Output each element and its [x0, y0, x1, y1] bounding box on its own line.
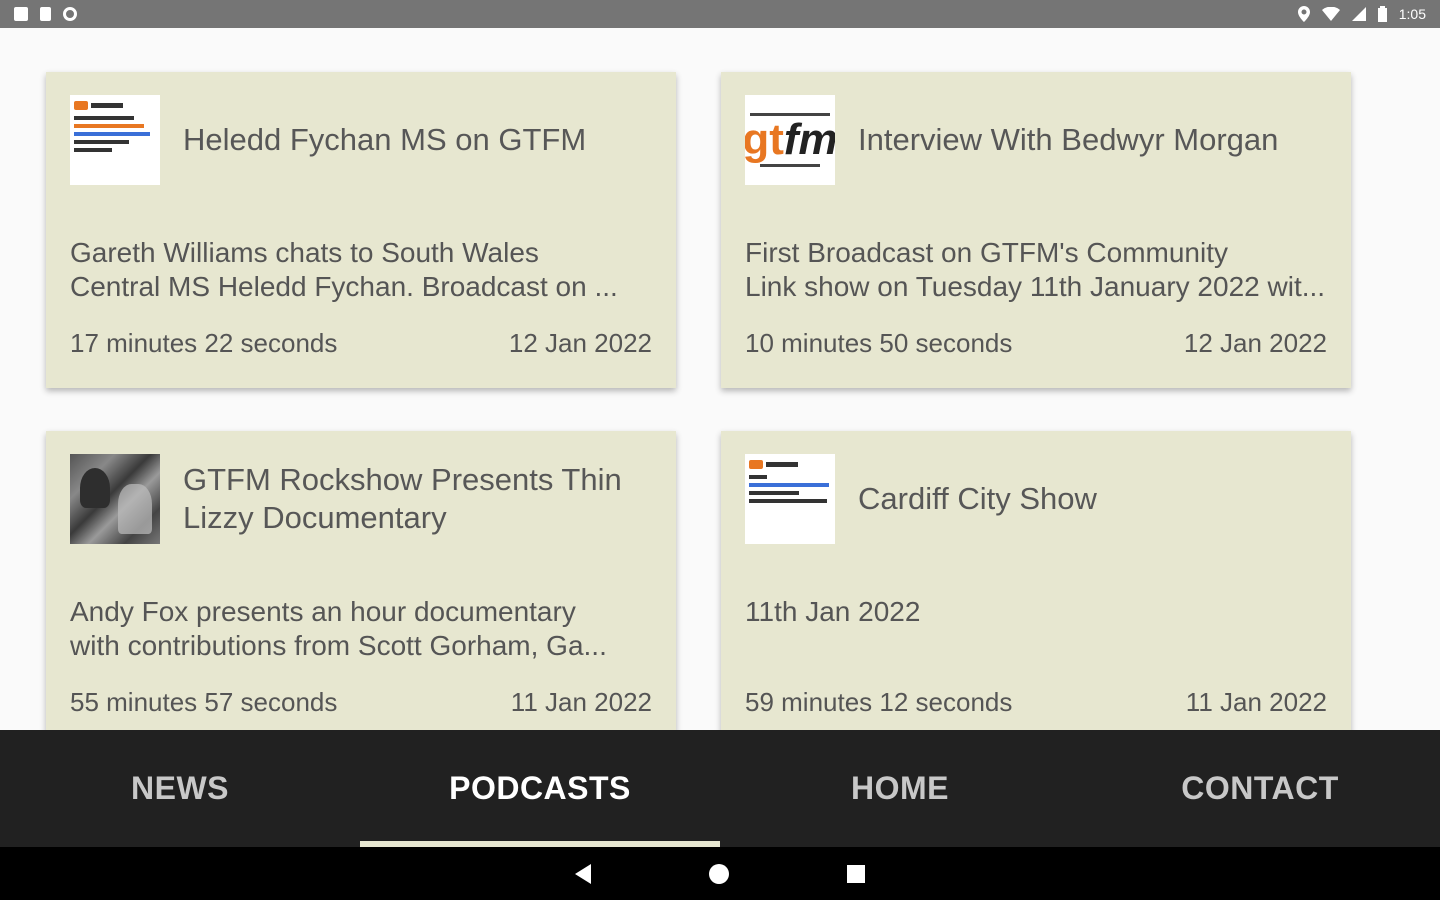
- podcast-description-line2: Central MS Heledd Fychan. Broadcast on .…: [70, 271, 618, 302]
- wifi-icon: [1321, 7, 1340, 21]
- podcast-date: 12 Jan 2022: [508, 328, 652, 358]
- podcast-card[interactable]: GTFM Rockshow Presents Thin Lizzy Docume…: [46, 431, 676, 730]
- tab-label: PODCASTS: [449, 770, 631, 806]
- back-icon[interactable]: [575, 863, 591, 884]
- podcast-date: 11 Jan 2022: [510, 687, 652, 717]
- tab-home[interactable]: HOME: [720, 730, 1080, 847]
- podcast-title: Cardiff City Show: [858, 481, 1097, 516]
- tab-label: NEWS: [131, 770, 229, 806]
- podcast-card[interactable]: gtfm Interview With Bedwyr Morgan First …: [721, 72, 1351, 388]
- card-footer: 55 minutes 57 seconds 11 Jan 2022: [70, 687, 652, 730]
- podcast-title: GTFM Rockshow Presents Thin Lizzy Docume…: [183, 462, 622, 535]
- status-time: 1:05: [1398, 6, 1426, 22]
- sd-card-icon: [40, 7, 51, 21]
- card-header: GTFM Rockshow Presents Thin Lizzy Docume…: [70, 453, 652, 545]
- cell-signal-icon: [1351, 7, 1366, 21]
- podcast-description: Andy Fox presents an hour documentary wi…: [70, 595, 652, 663]
- podcast-description-line1: Gareth Williams chats to South Wales: [70, 237, 539, 268]
- tab-label: HOME: [851, 770, 949, 806]
- recent-apps-icon[interactable]: [847, 864, 865, 883]
- card-header: Cardiff City Show: [745, 453, 1327, 545]
- podcast-card[interactable]: Cardiff City Show 11th Jan 2022 59 minut…: [721, 431, 1351, 730]
- podcast-duration: 55 minutes 57 seconds: [70, 687, 338, 717]
- card-footer: 59 minutes 12 seconds 11 Jan 2022: [745, 687, 1327, 730]
- home-circle-icon[interactable]: [709, 863, 729, 884]
- podcast-thumbnail: [745, 454, 835, 544]
- band-photo-thumbnail: [70, 454, 160, 544]
- podcast-description: 11th Jan 2022: [745, 595, 1327, 663]
- logo-text-fm: fm: [783, 115, 835, 164]
- tab-news[interactable]: NEWS: [0, 730, 360, 847]
- card-footer: 17 minutes 22 seconds 12 Jan 2022: [70, 328, 652, 388]
- podcast-thumbnail: [70, 95, 160, 185]
- podcast-date: 11 Jan 2022: [1185, 687, 1327, 717]
- podcast-duration: 59 minutes 12 seconds: [745, 687, 1013, 717]
- podcast-title: Heledd Fychan MS on GTFM: [183, 122, 587, 157]
- tab-podcasts[interactable]: PODCASTS: [360, 730, 720, 847]
- status-left-icons: [14, 7, 77, 21]
- podcast-description-line2: with contributions from Scott Gorham, Ga…: [70, 630, 607, 661]
- card-header: gtfm Interview With Bedwyr Morgan: [745, 94, 1327, 186]
- podcast-date: 12 Jan 2022: [1183, 328, 1327, 358]
- system-nav-bar: [0, 847, 1440, 900]
- podcast-duration: 17 minutes 22 seconds: [70, 328, 338, 358]
- bottom-tab-bar: NEWS PODCASTS HOME CONTACT: [0, 730, 1440, 847]
- podcast-description-line2: Link show on Tuesday 11th January 2022 w…: [745, 271, 1326, 302]
- status-right-icons: 1:05: [1297, 6, 1426, 22]
- tab-label: CONTACT: [1181, 770, 1339, 806]
- podcast-description-line1: Andy Fox presents an hour documentary: [70, 596, 576, 627]
- podcast-title: Interview With Bedwyr Morgan: [858, 122, 1279, 157]
- podcast-description: First Broadcast on GTFM's Community Link…: [745, 236, 1327, 304]
- sync-circle-icon: [63, 7, 77, 21]
- logo-text-gt: gt: [745, 115, 784, 164]
- podcast-list: Heledd Fychan MS on GTFM Gareth Williams…: [0, 28, 1440, 730]
- notification-square-icon: [14, 7, 28, 21]
- tab-contact[interactable]: CONTACT: [1080, 730, 1440, 847]
- location-icon: [1297, 6, 1310, 22]
- status-bar: 1:05: [0, 0, 1440, 28]
- podcast-card[interactable]: Heledd Fychan MS on GTFM Gareth Williams…: [46, 72, 676, 388]
- gtfm-logo-thumbnail: gtfm: [745, 95, 835, 185]
- battery-icon: [1377, 6, 1387, 22]
- card-header: Heledd Fychan MS on GTFM: [70, 94, 652, 186]
- card-footer: 10 minutes 50 seconds 12 Jan 2022: [745, 328, 1327, 388]
- podcast-description: Gareth Williams chats to South Wales Cen…: [70, 236, 652, 304]
- podcast-duration: 10 minutes 50 seconds: [745, 328, 1013, 358]
- podcast-description-line1: 11th Jan 2022: [745, 596, 921, 627]
- podcast-description-line1: First Broadcast on GTFM's Community: [745, 237, 1228, 268]
